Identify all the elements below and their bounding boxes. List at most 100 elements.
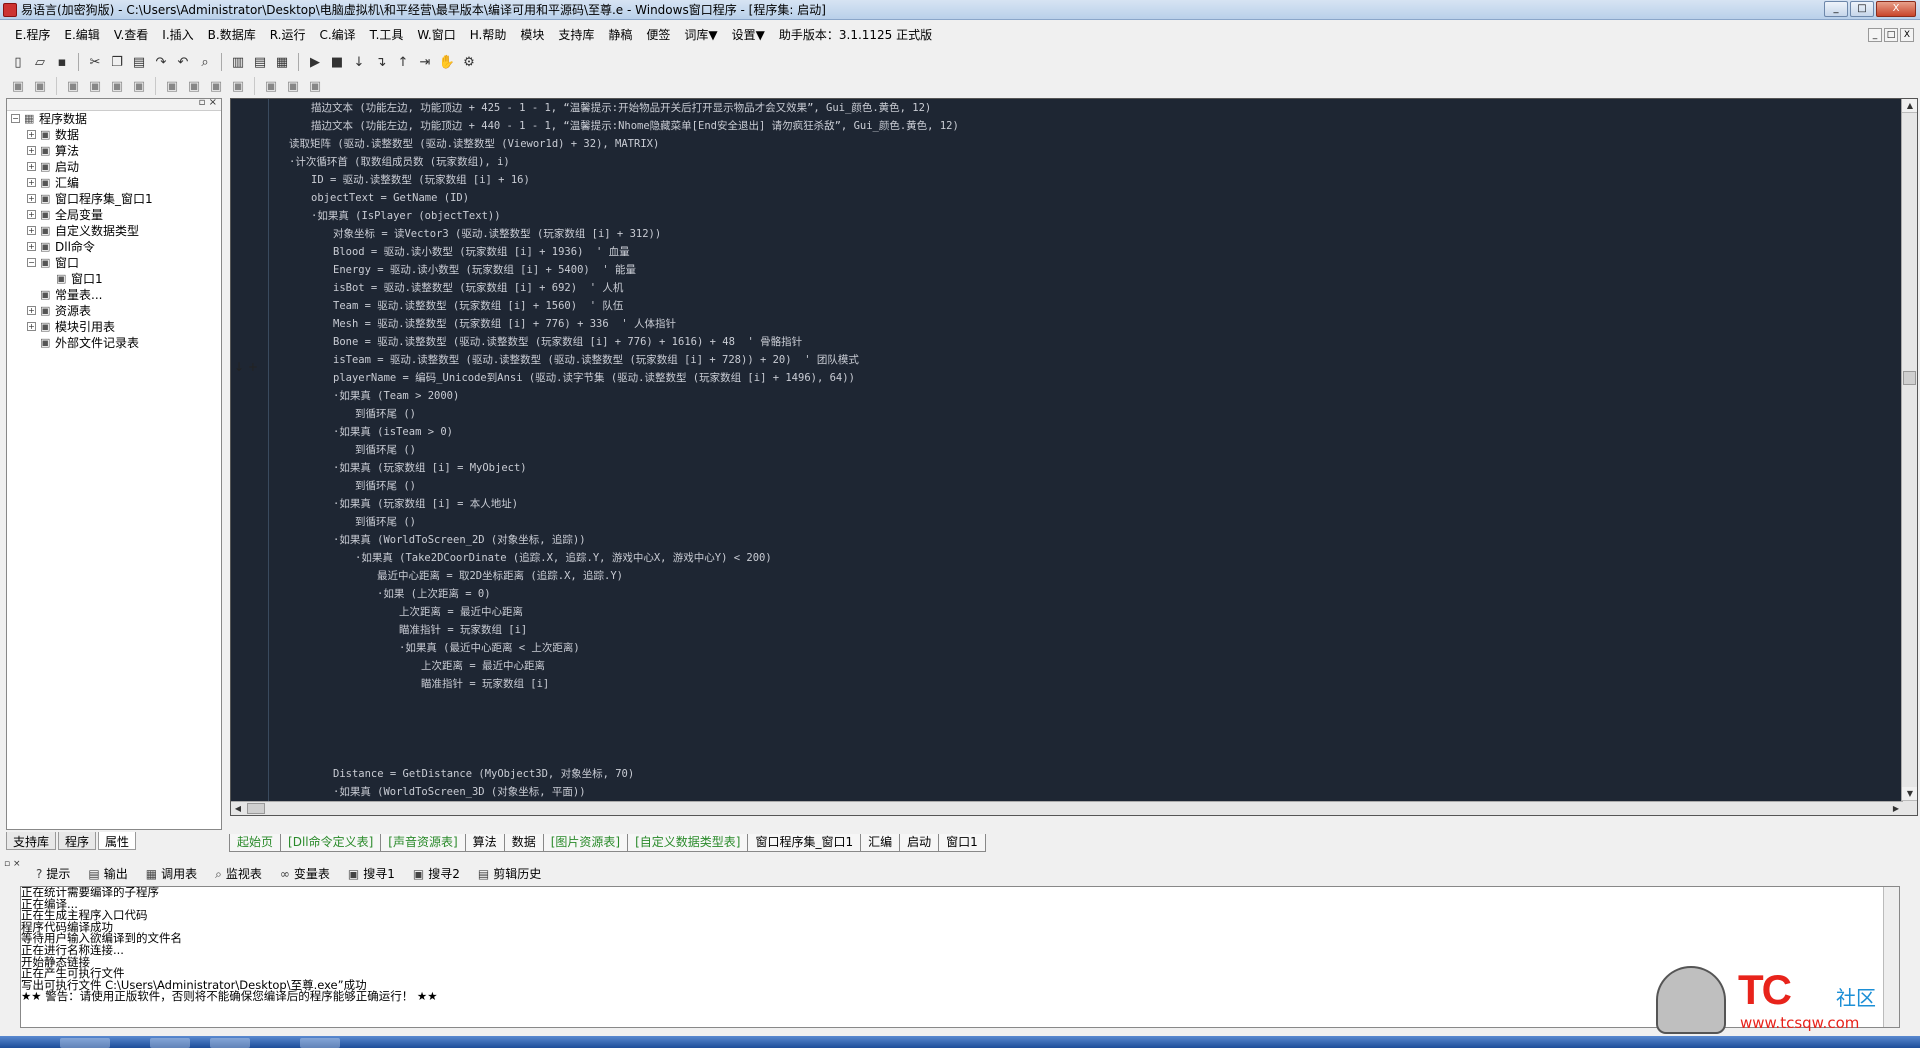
sidebar-tab-2[interactable]: 属性 — [98, 832, 137, 850]
step-over-icon[interactable]: ↴ — [371, 52, 391, 72]
align-2-icon[interactable]: ▣ — [30, 76, 50, 96]
menu-item-0[interactable]: E.程序 — [8, 24, 57, 46]
code-line[interactable]: 读取矩阵 (驱动.读整数型 (驱动.读整数型 (Viewor1d) + 32),… — [289, 135, 659, 153]
scroll-up-arrow[interactable]: ▲ — [1902, 99, 1917, 113]
bottom-tab-5[interactable]: ▣ 搜寻1 — [340, 864, 403, 884]
cut-icon[interactable]: ✂ — [85, 52, 105, 72]
code-line[interactable]: 到循环尾 () — [355, 477, 416, 495]
bottom-tab-2[interactable]: ▦ 调用表 — [138, 864, 205, 884]
menu-item-9[interactable]: H.帮助 — [463, 24, 514, 46]
mdi-button-0[interactable]: _ — [1868, 28, 1882, 42]
scroll-down-arrow[interactable]: ▼ — [1902, 787, 1917, 801]
tree-item[interactable]: ▣ 窗口1 — [7, 271, 221, 287]
sidebar-tab-1[interactable]: 程序 — [58, 832, 97, 850]
menu-item-11[interactable]: 支持库 — [551, 24, 601, 46]
hand-icon[interactable]: ✋ — [437, 52, 457, 72]
taskbar-item[interactable] — [300, 1038, 340, 1048]
save-icon[interactable]: ▪ — [52, 52, 72, 72]
layout-3-icon[interactable]: ▦ — [272, 52, 292, 72]
code-line[interactable]: 上次距离 = 最近中心距离 — [421, 657, 545, 675]
bottom-tab-4[interactable]: ∞ 变量表 — [272, 864, 338, 884]
editor-tab[interactable]: 汇编 — [860, 834, 901, 852]
scroll-thumb[interactable] — [1903, 371, 1916, 385]
tree-item[interactable]: + ▣ 模块引用表 — [7, 319, 221, 335]
menu-item-13[interactable]: 便签 — [639, 24, 677, 46]
menu-item-1[interactable]: E.编辑 — [57, 24, 106, 46]
panel-pin-close[interactable]: ▫ × — [199, 97, 217, 108]
tree-expander-icon[interactable]: − — [11, 114, 20, 123]
tree-item[interactable]: + ▣ 数据 — [7, 127, 221, 143]
copy-icon[interactable]: ❐ — [107, 52, 127, 72]
editor-tab[interactable]: 起始页 — [229, 834, 282, 852]
window-titlebar[interactable]: 易语言(加密狗版) - C:\Users\Administrator\Deskt… — [0, 0, 1920, 20]
tree-expander-icon[interactable]: − — [27, 258, 36, 267]
close-button[interactable]: X — [1876, 1, 1916, 17]
maximize-button[interactable]: □ — [1850, 1, 1874, 17]
editor-tab[interactable]: 算法 — [464, 834, 505, 852]
code-line[interactable]: ·如果真 (Team > 2000) — [333, 387, 459, 405]
code-line[interactable]: Blood = 驱动.读小数型 (玩家数组 [i] + 1936) ' 血量 — [333, 243, 630, 261]
menu-item-14[interactable]: 词库▼ — [677, 24, 724, 46]
code-line[interactable]: 到循环尾 () — [355, 405, 416, 423]
undo-icon[interactable]: ↶ — [173, 52, 193, 72]
tree-expander-icon[interactable]: + — [27, 178, 36, 187]
step-in-icon[interactable]: ↓ — [349, 52, 369, 72]
tree-expander-icon[interactable]: + — [27, 226, 36, 235]
step-out-icon[interactable]: ↑ — [393, 52, 413, 72]
stop-icon[interactable]: ■ — [327, 52, 347, 72]
new-file-icon[interactable]: ▯ — [8, 52, 28, 72]
menu-item-16[interactable]: 助手版本：3.1.1125 正式版 — [772, 24, 939, 46]
align-11-icon[interactable]: ▣ — [261, 76, 281, 96]
editor-tab[interactable]: [图片资源表] — [542, 834, 629, 852]
code-line[interactable]: ·如果真 (WorldToScreen_2D (对象坐标, 追踪)) — [333, 531, 586, 549]
find-icon[interactable]: ⌕ — [195, 52, 215, 72]
code-line[interactable]: 到循环尾 () — [355, 513, 416, 531]
tree-item[interactable]: + ▣ 自定义数据类型 — [7, 223, 221, 239]
code-line[interactable]: Team = 驱动.读整数型 (玩家数组 [i] + 1560) ' 队伍 — [333, 297, 623, 315]
code-line[interactable]: ·如果真 (玩家数组 [i] = MyObject) — [333, 459, 527, 477]
code-line[interactable]: isBot = 驱动.读整数型 (玩家数组 [i] + 692) ' 人机 — [333, 279, 623, 297]
code-line[interactable]: ID = 驱动.读整数型 (玩家数组 [i] + 16) — [311, 171, 530, 189]
code-line[interactable]: 描边文本 (功能左边, 功能顶边 + 440 - 1 - 1, “温馨提示:Nh… — [311, 117, 959, 135]
align-10-icon[interactable]: ▣ — [228, 76, 248, 96]
code-line[interactable]: ·如果真 (isTeam > 0) — [333, 423, 453, 441]
code-line[interactable]: Bone = 驱动.读整数型 (驱动.读整数型 (玩家数组 [i] + 776)… — [333, 333, 802, 351]
align-4-icon[interactable]: ▣ — [85, 76, 105, 96]
layout-1-icon[interactable]: ▥ — [228, 52, 248, 72]
code-line[interactable]: ·如果真 (IsPlayer (objectText)) — [311, 207, 501, 225]
scroll-left-arrow[interactable]: ◀ — [231, 802, 245, 815]
align-7-icon[interactable]: ▣ — [162, 76, 182, 96]
menu-item-6[interactable]: C.编译 — [312, 24, 362, 46]
paste-icon[interactable]: ▤ — [129, 52, 149, 72]
tree-expander-icon[interactable]: + — [27, 210, 36, 219]
code-line[interactable]: 上次距离 = 最近中心距离 — [399, 603, 523, 621]
taskbar-item[interactable] — [60, 1038, 110, 1048]
align-3-icon[interactable]: ▣ — [63, 76, 83, 96]
tree-item[interactable]: − ▦ 程序数据 — [7, 111, 221, 127]
breakpoint-markers[interactable]: ↓ + — [234, 360, 258, 374]
tree-item[interactable]: + ▣ 汇编 — [7, 175, 221, 191]
tree-expander-icon[interactable]: + — [27, 242, 36, 251]
tree-item[interactable]: + ▣ 全局变量 — [7, 207, 221, 223]
bottom-tab-1[interactable]: ▤ 输出 — [80, 864, 135, 884]
code-line[interactable]: ·如果真 (WorldToScreen_3D (对象坐标, 平面)) — [333, 783, 586, 801]
code-line[interactable]: Energy = 驱动.读小数型 (玩家数组 [i] + 5400) ' 能量 — [333, 261, 636, 279]
editor-tab[interactable]: [自定义数据类型表] — [627, 834, 749, 852]
run-icon[interactable]: ▶ — [305, 52, 325, 72]
editor-vertical-scrollbar[interactable]: ▲ ▼ — [1901, 99, 1917, 815]
redo-icon[interactable]: ↷ — [151, 52, 171, 72]
editor-tab[interactable]: [声音资源表] — [380, 834, 466, 852]
mdi-button-2[interactable]: X — [1900, 28, 1914, 42]
align-1-icon[interactable]: ▣ — [8, 76, 28, 96]
minimize-button[interactable]: _ — [1824, 1, 1848, 17]
scroll-right-arrow[interactable]: ▶ — [1889, 802, 1903, 815]
editor-tab[interactable]: [Dll命令定义表] — [280, 834, 382, 852]
code-line[interactable]: 描边文本 (功能左边, 功能顶边 + 425 - 1 - 1, “温馨提示:开始… — [311, 99, 931, 117]
menu-item-12[interactable]: 静稿 — [601, 24, 639, 46]
compile-icon[interactable]: ⚙ — [459, 52, 479, 72]
menu-item-5[interactable]: R.运行 — [263, 24, 313, 46]
tree-item[interactable]: + ▣ 启动 — [7, 159, 221, 175]
menu-item-4[interactable]: B.数据库 — [201, 24, 263, 46]
taskbar-item[interactable] — [210, 1038, 250, 1048]
tree-item[interactable]: ▣ 外部文件记录表 — [7, 335, 221, 351]
